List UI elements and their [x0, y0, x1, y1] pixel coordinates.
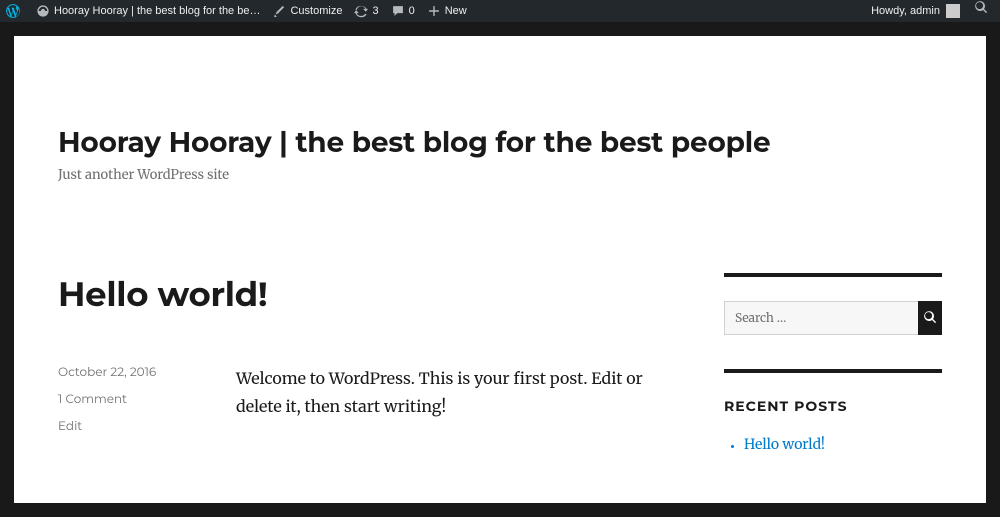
search-button[interactable]	[918, 301, 942, 335]
recent-posts-title: RECENT POSTS	[724, 397, 942, 415]
new-content-label: New	[445, 0, 467, 22]
updates-count: 3	[372, 0, 378, 22]
search-icon	[974, 5, 988, 17]
wordpress-icon	[6, 4, 20, 18]
site-name-label: Hooray Hooray | the best blog for the be…	[54, 0, 260, 22]
recent-post-link[interactable]: Hello world!	[744, 435, 825, 453]
site-header: Hooray Hooray | the best blog for the be…	[14, 36, 986, 183]
customize-label: Customize	[290, 0, 342, 22]
updates-link[interactable]: 3	[348, 0, 384, 22]
post-title[interactable]: Hello world!	[58, 273, 680, 315]
search-form	[724, 301, 942, 335]
search-icon	[923, 310, 937, 327]
dashboard-icon	[36, 4, 50, 18]
sidebar: RECENT POSTS Hello world!	[724, 273, 942, 487]
avatar	[946, 4, 960, 18]
post-comments-link[interactable]: 1 Comment	[58, 392, 178, 407]
widget-separator	[724, 273, 942, 277]
page-frame: Hooray Hooray | the best blog for the be…	[0, 22, 1000, 517]
comments-link[interactable]: 0	[385, 0, 421, 22]
recent-posts-widget: RECENT POSTS Hello world!	[724, 369, 942, 453]
my-account-link[interactable]: Howdy, admin	[865, 0, 966, 22]
post-body: October 22, 2016 1 Comment Edit Welcome …	[58, 365, 680, 446]
site-page: Hooray Hooray | the best blog for the be…	[14, 36, 986, 503]
updates-icon	[354, 4, 368, 18]
paintbrush-icon	[272, 4, 286, 18]
post-meta: October 22, 2016 1 Comment Edit	[58, 365, 178, 446]
wp-admin-bar: Hooray Hooray | the best blog for the be…	[0, 0, 1000, 22]
list-item: Hello world!	[744, 435, 942, 453]
recent-posts-list: Hello world!	[724, 435, 942, 453]
howdy-label: Howdy, admin	[871, 0, 940, 22]
customize-link[interactable]: Customize	[266, 0, 348, 22]
search-widget	[724, 273, 942, 335]
site-tagline: Just another WordPress site	[58, 166, 942, 183]
post-date[interactable]: October 22, 2016	[58, 365, 178, 380]
main-column: Hello world! October 22, 2016 1 Comment …	[58, 273, 680, 487]
post-excerpt: Welcome to WordPress. This is your first…	[236, 365, 680, 421]
wp-logo-menu[interactable]	[0, 0, 30, 22]
comment-icon	[391, 4, 405, 18]
widget-separator	[724, 369, 942, 373]
site-name-menu[interactable]: Hooray Hooray | the best blog for the be…	[30, 0, 266, 22]
site-title[interactable]: Hooray Hooray | the best blog for the be…	[58, 126, 942, 160]
site-content: Hello world! October 22, 2016 1 Comment …	[14, 183, 986, 487]
adminbar-search[interactable]	[966, 0, 996, 22]
search-input[interactable]	[724, 301, 918, 335]
new-content-link[interactable]: New	[421, 0, 473, 22]
comments-count: 0	[409, 0, 415, 22]
plus-icon	[427, 4, 441, 18]
post-edit-link[interactable]: Edit	[58, 419, 178, 434]
